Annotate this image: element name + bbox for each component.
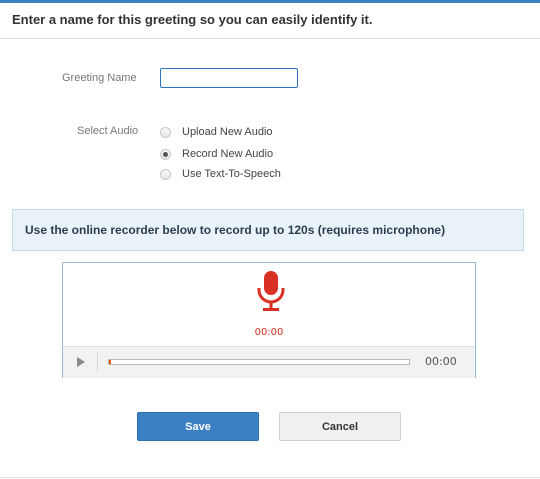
record-timer: 00:00 [254, 327, 284, 338]
dialog-header: Enter a name for this greeting so you ca… [0, 3, 540, 39]
progress-indicator [109, 360, 111, 364]
recorder-info-text: Use the online recorder below to record … [25, 223, 446, 237]
radio-label-record: Record New Audio [182, 148, 274, 160]
cancel-button[interactable]: Cancel [279, 412, 401, 441]
page-title: Enter a name for this greeting so you ca… [12, 12, 373, 27]
bottom-divider [0, 477, 540, 478]
radio-label-tts: Use Text-To-Speech [182, 168, 281, 180]
save-button[interactable]: Save [137, 412, 259, 441]
microphone-icon[interactable] [256, 271, 286, 315]
player-time: 00:00 [425, 355, 457, 368]
radio-button[interactable] [160, 126, 171, 138]
radio-text-to-speech[interactable]: Use Text-To-Speech [160, 166, 281, 182]
select-audio-label: Select Audio [77, 125, 139, 137]
player-divider [97, 353, 98, 372]
radio-button-selected[interactable] [160, 148, 171, 160]
radio-upload-new-audio[interactable]: Upload New Audio [160, 124, 273, 140]
online-recorder: 00:00 00:00 [62, 262, 476, 378]
radio-button[interactable] [160, 168, 171, 180]
progress-track[interactable] [108, 359, 410, 365]
radio-record-new-audio[interactable]: Record New Audio [160, 146, 273, 162]
greeting-name-label: Greeting Name [62, 72, 137, 84]
radio-label-upload: Upload New Audio [182, 126, 273, 138]
play-icon[interactable] [77, 357, 85, 367]
audio-player: 00:00 [63, 346, 475, 378]
recorder-info-bar: Use the online recorder below to record … [12, 209, 524, 251]
greeting-name-input[interactable] [160, 68, 298, 88]
greeting-dialog: Enter a name for this greeting so you ca… [0, 0, 540, 479]
